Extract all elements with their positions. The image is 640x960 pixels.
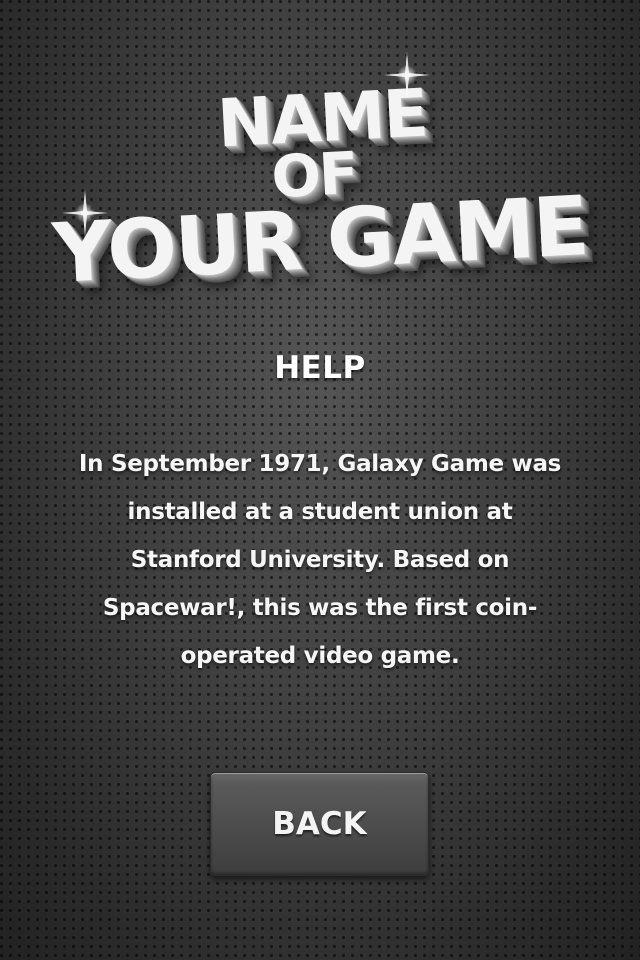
sparkle-icon (384, 52, 430, 98)
back-button[interactable]: BACK (210, 772, 429, 876)
back-button-label: BACK (272, 806, 367, 842)
help-text: In September 1971, Galaxy Game was insta… (78, 451, 562, 669)
help-title: HELP (274, 350, 366, 386)
sparkle-icon (62, 190, 108, 236)
